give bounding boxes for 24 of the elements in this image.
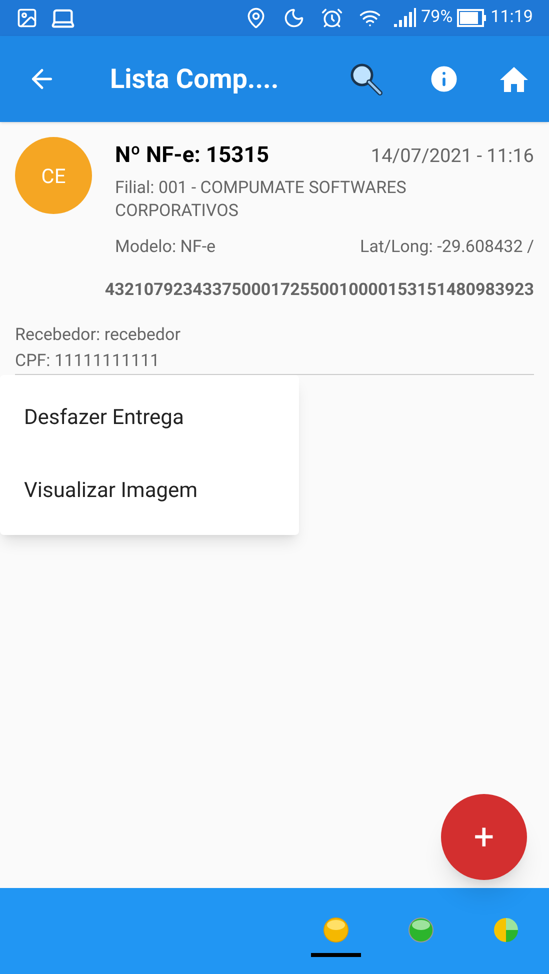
toolbar-title: Lista Comp.... bbox=[110, 62, 280, 97]
alarm-icon bbox=[321, 7, 344, 29]
image-icon bbox=[16, 7, 38, 29]
branch-text: Filial: 001 - COMPUMATE SOFTWARES CORPORATIVOS bbox=[115, 177, 408, 223]
avatar: CE bbox=[15, 137, 92, 214]
coordinates-text: Lat/Long: -29.608432 / bbox=[360, 236, 534, 259]
cpf-text: CPF: 11111111111 bbox=[15, 350, 161, 373]
access-key: 43210792343375000172550010000153151480983923 bbox=[15, 278, 534, 303]
status-tab[interactable] bbox=[311, 917, 361, 957]
battery-percent: 79% bbox=[421, 6, 453, 30]
menu-item[interactable]: Visualizar Imagem bbox=[0, 455, 299, 528]
moon-icon bbox=[283, 7, 306, 29]
invoice-number: Nº NF-e: 15315 bbox=[115, 142, 269, 170]
signal-icon bbox=[393, 8, 418, 28]
date-time: 14/07/2021 - 11:16 bbox=[370, 143, 534, 169]
add-button[interactable]: + bbox=[441, 794, 527, 880]
status-dot-icon bbox=[323, 917, 349, 943]
receiver-text: Recebedor: recebedor bbox=[15, 324, 182, 347]
battery-icon bbox=[456, 9, 487, 27]
status-dot-icon bbox=[408, 917, 434, 943]
menu-item[interactable]: Desfazer Entrega bbox=[0, 382, 299, 455]
clock: 11:19 bbox=[490, 6, 533, 30]
model-text: Modelo: NF-e bbox=[115, 236, 216, 259]
split-circle-icon bbox=[493, 917, 519, 943]
